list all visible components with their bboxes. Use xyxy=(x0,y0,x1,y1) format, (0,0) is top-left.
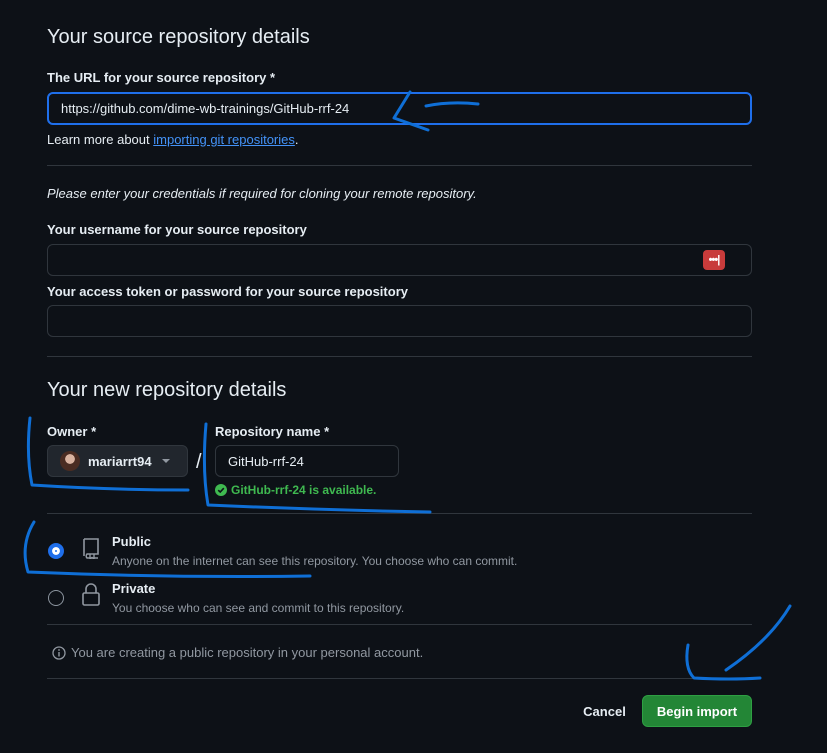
annotation-arrowhead-begin xyxy=(685,643,762,681)
info-note: You are creating a public repository in … xyxy=(52,645,423,660)
begin-import-button[interactable]: Begin import xyxy=(642,695,752,727)
divider xyxy=(47,513,752,514)
password-manager-icon[interactable]: •••| xyxy=(703,250,725,270)
public-description: Anyone on the internet can see this repo… xyxy=(112,554,518,568)
repo-name-label: Repository name * xyxy=(215,424,330,439)
source-heading: Your source repository details xyxy=(47,26,310,48)
divider xyxy=(47,165,752,166)
lock-icon xyxy=(82,583,100,606)
repo-icon xyxy=(83,538,99,559)
owner-dropdown[interactable]: mariarrt94 xyxy=(47,445,188,477)
credentials-note: Please enter your credentials if require… xyxy=(47,186,477,201)
owner-value: mariarrt94 xyxy=(88,453,152,469)
password-input[interactable] xyxy=(47,305,752,337)
annotation-arrow-begin xyxy=(724,604,792,672)
source-url-value: https://github.com/dime-wb-trainings/Git… xyxy=(61,101,350,116)
private-title: Private xyxy=(112,581,156,596)
importing-link[interactable]: importing git repositories xyxy=(153,132,295,147)
availability-message: GitHub-rrf-24 is available. xyxy=(215,483,376,497)
check-circle-icon xyxy=(215,484,227,496)
owner-label: Owner * xyxy=(47,424,97,439)
divider xyxy=(47,356,752,357)
new-repo-heading: Your new repository details xyxy=(47,379,287,401)
learn-more-text: Learn more about importing git repositor… xyxy=(47,132,299,147)
divider xyxy=(47,624,752,625)
public-title: Public xyxy=(112,534,152,549)
repo-name-input[interactable]: GitHub-rrf-24 xyxy=(215,445,399,477)
avatar xyxy=(60,451,80,471)
username-input[interactable]: •••| xyxy=(47,244,752,276)
repo-name-value: GitHub-rrf-24 xyxy=(228,453,304,469)
public-radio[interactable] xyxy=(48,543,64,559)
private-description: You choose who can see and commit to thi… xyxy=(112,601,405,615)
chevron-down-icon xyxy=(161,459,170,463)
divider xyxy=(47,678,752,679)
cancel-button[interactable]: Cancel xyxy=(573,695,636,727)
info-icon xyxy=(52,645,66,660)
username-label: Your username for your source repository xyxy=(47,222,307,237)
owner-repo-separator: / xyxy=(196,451,202,473)
password-label: Your access token or password for your s… xyxy=(47,284,408,299)
source-url-input[interactable]: https://github.com/dime-wb-trainings/Git… xyxy=(47,92,752,125)
url-label: The URL for your source repository * xyxy=(47,70,276,85)
private-radio[interactable] xyxy=(48,590,64,606)
annotation-bracket-public xyxy=(23,520,312,578)
